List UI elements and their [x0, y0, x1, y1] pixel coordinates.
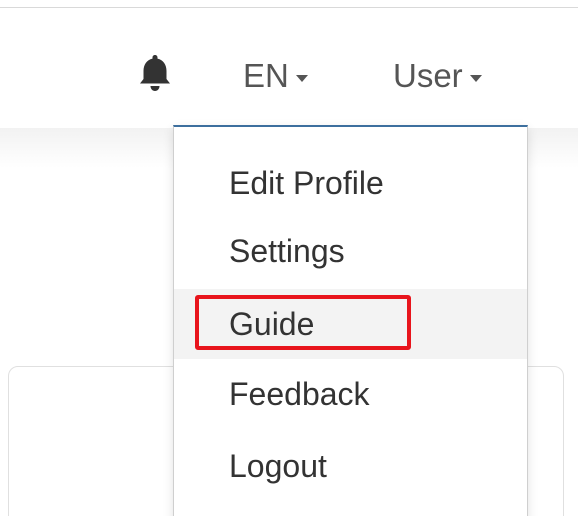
app-frame: EN User Edit Profile Settings Guide Feed… — [0, 0, 578, 516]
caret-down-icon — [295, 74, 308, 82]
language-dropdown[interactable]: EN — [243, 54, 308, 98]
menu-item-edit-profile[interactable]: Edit Profile — [174, 148, 527, 218]
user-dropdown-menu: Edit Profile Settings Guide Feedback Log… — [173, 125, 528, 516]
bell-icon[interactable] — [132, 50, 178, 96]
menu-item-label: Settings — [229, 232, 345, 269]
caret-down-icon — [469, 74, 482, 82]
menu-item-settings[interactable]: Settings — [174, 216, 527, 286]
user-dropdown[interactable]: User — [393, 54, 482, 98]
user-label: User — [393, 57, 463, 94]
menu-item-label: Edit Profile — [229, 164, 384, 201]
menu-item-label: Feedback — [229, 375, 370, 412]
menu-item-label: Logout — [229, 447, 327, 484]
browser-top-edge — [0, 0, 578, 8]
menu-item-label: Guide — [229, 305, 315, 342]
menu-item-logout[interactable]: Logout — [174, 431, 527, 501]
language-label: EN — [243, 57, 289, 94]
menu-item-feedback[interactable]: Feedback — [174, 359, 527, 429]
menu-item-guide[interactable]: Guide — [174, 289, 527, 359]
